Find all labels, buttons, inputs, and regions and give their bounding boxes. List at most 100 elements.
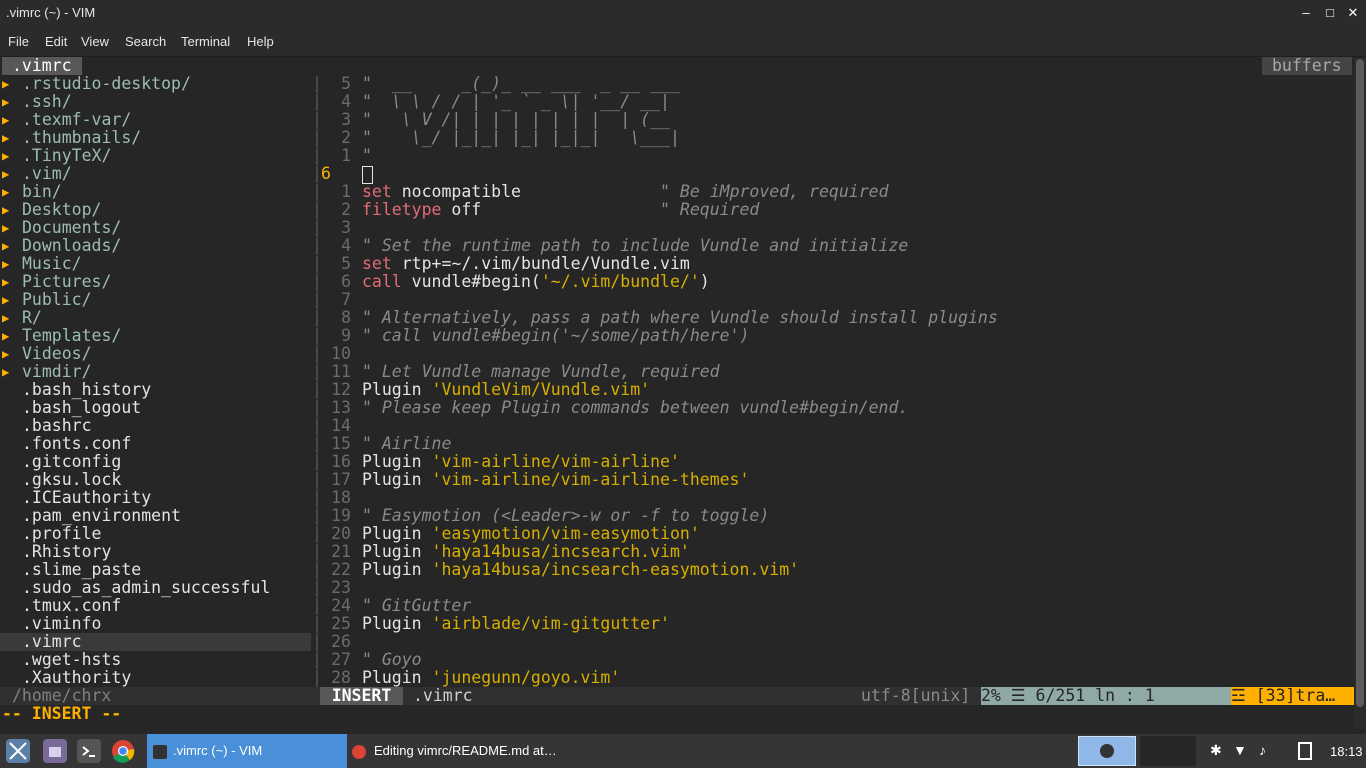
- menu-file[interactable]: File: [8, 34, 29, 49]
- bluetooth-icon[interactable]: ✱: [1210, 742, 1222, 759]
- tree-file-item[interactable]: .gksu.lock: [0, 471, 311, 489]
- code-line[interactable]: Plugin 'haya14busa/incsearch.vim': [362, 543, 690, 561]
- code-line[interactable]: " __ _(_)_ __ ___ _ __ ___: [362, 75, 680, 93]
- tree-dir-item[interactable]: ▶ .TinyTeX/: [0, 147, 311, 165]
- minimize-button[interactable]: –: [1296, 3, 1316, 23]
- wifi-icon[interactable]: ▼: [1233, 742, 1247, 758]
- tree-file-item[interactable]: .bash_history: [0, 381, 311, 399]
- code-line[interactable]: " call vundle#begin('~/some/path/here'): [362, 327, 749, 345]
- code-line[interactable]: Plugin 'vim-airline/vim-airline-themes': [362, 471, 749, 489]
- code-line[interactable]: Plugin 'airblade/vim-gitgutter': [362, 615, 670, 633]
- volume-icon[interactable]: ♪: [1259, 742, 1266, 758]
- chrome-icon[interactable]: [111, 739, 135, 763]
- workspace-1[interactable]: [1078, 736, 1136, 766]
- code-line[interactable]: [362, 165, 373, 184]
- code-line[interactable]: Plugin 'easymotion/vim-easymotion': [362, 525, 700, 543]
- tree-tab[interactable]: .vimrc: [2, 57, 82, 75]
- battery-icon[interactable]: [1298, 742, 1312, 760]
- expand-arrow-icon[interactable]: ▶: [2, 291, 9, 309]
- code-line[interactable]: " \ \ / / | '_ ` _ \| '__/ __|: [362, 93, 670, 111]
- tree-dir-item[interactable]: ▶ R/: [0, 309, 311, 327]
- tree-dir-item[interactable]: ▶ Downloads/: [0, 237, 311, 255]
- tree-dir-item[interactable]: ▶ .thumbnails/: [0, 129, 311, 147]
- tree-dir-item[interactable]: ▶ Videos/: [0, 345, 311, 363]
- expand-arrow-icon[interactable]: ▶: [2, 165, 9, 183]
- expand-arrow-icon[interactable]: ▶: [2, 129, 9, 147]
- tree-file-item[interactable]: .Rhistory: [0, 543, 311, 561]
- tree-file-item[interactable]: .Xauthority: [0, 669, 311, 687]
- expand-arrow-icon[interactable]: ▶: [2, 363, 9, 381]
- expand-arrow-icon[interactable]: ▶: [2, 219, 9, 237]
- expand-arrow-icon[interactable]: ▶: [2, 75, 9, 93]
- tree-file-item[interactable]: .viminfo: [0, 615, 311, 633]
- tree-file-item[interactable]: .bash_logout: [0, 399, 311, 417]
- buffers-tab[interactable]: buffers: [1262, 57, 1352, 75]
- tree-dir-item[interactable]: ▶ Music/: [0, 255, 311, 273]
- menu-view[interactable]: View: [81, 34, 109, 49]
- code-line[interactable]: Plugin 'haya14busa/incsearch-easymotion.…: [362, 561, 799, 579]
- code-line[interactable]: ": [362, 147, 372, 165]
- tree-file-item[interactable]: .slime_paste: [0, 561, 311, 579]
- menu-search[interactable]: Search: [125, 34, 166, 49]
- tree-dir-item[interactable]: ▶ Documents/: [0, 219, 311, 237]
- code-line[interactable]: " GitGutter: [362, 597, 471, 615]
- clock[interactable]: 18:13: [1330, 744, 1363, 759]
- tree-file-item[interactable]: .sudo_as_admin_successful: [0, 579, 311, 597]
- menu-terminal[interactable]: Terminal: [181, 34, 230, 49]
- code-line[interactable]: " Set the runtime path to include Vundle…: [362, 237, 908, 255]
- terminal-launcher-icon[interactable]: [77, 739, 101, 763]
- tree-file-item[interactable]: .gitconfig: [0, 453, 311, 471]
- code-line[interactable]: call vundle#begin('~/.vim/bundle/'): [362, 273, 710, 291]
- expand-arrow-icon[interactable]: ▶: [2, 309, 9, 327]
- expand-arrow-icon[interactable]: ▶: [2, 201, 9, 219]
- file-manager-icon[interactable]: [43, 739, 67, 763]
- tree-file-item[interactable]: .bashrc: [0, 417, 311, 435]
- tree-file-item[interactable]: .pam_environment: [0, 507, 311, 525]
- code-line[interactable]: " Airline: [362, 435, 451, 453]
- code-line[interactable]: Plugin 'VundleVim/Vundle.vim': [362, 381, 650, 399]
- code-line[interactable]: " Please keep Plugin commands between vu…: [362, 399, 908, 417]
- code-line[interactable]: " Alternatively, pass a path where Vundl…: [362, 309, 998, 327]
- close-button[interactable]: ✕: [1343, 3, 1363, 23]
- expand-arrow-icon[interactable]: ▶: [2, 93, 9, 111]
- tree-file-item[interactable]: .tmux.conf: [0, 597, 311, 615]
- expand-arrow-icon[interactable]: ▶: [2, 147, 9, 165]
- tree-file-item[interactable]: .ICEauthority: [0, 489, 311, 507]
- tree-dir-item[interactable]: ▶ .rstudio-desktop/: [0, 75, 311, 93]
- expand-arrow-icon[interactable]: ▶: [2, 327, 9, 345]
- code-line[interactable]: " Let Vundle manage Vundle, required: [362, 363, 720, 381]
- expand-arrow-icon[interactable]: ▶: [2, 237, 9, 255]
- task-vim[interactable]: .vimrc (~) - VIM: [147, 734, 347, 768]
- tree-dir-item[interactable]: ▶ .vim/: [0, 165, 311, 183]
- tree-file-item[interactable]: .profile: [0, 525, 311, 543]
- tree-dir-item[interactable]: ▶ Public/: [0, 291, 311, 309]
- code-line[interactable]: set rtp+=~/.vim/bundle/Vundle.vim: [362, 255, 690, 273]
- tree-dir-item[interactable]: ▶ Pictures/: [0, 273, 311, 291]
- start-menu-icon[interactable]: [6, 739, 30, 763]
- code-line[interactable]: " \_/ |_|_| |_| |_|_| \___|: [362, 129, 680, 147]
- tree-dir-item[interactable]: ▶ .ssh/: [0, 93, 311, 111]
- workspace-2[interactable]: [1140, 736, 1196, 766]
- tree-file-item[interactable]: .vimrc: [0, 633, 311, 651]
- menu-edit[interactable]: Edit: [45, 34, 67, 49]
- tree-file-item[interactable]: .wget-hsts: [0, 651, 311, 669]
- terminal-area[interactable]: .vimrc buffers ▶ .rstudio-desktop/ | ▶ .ssh/…: [0, 57, 1354, 729]
- tree-dir-item[interactable]: ▶ bin/: [0, 183, 311, 201]
- expand-arrow-icon[interactable]: ▶: [2, 255, 9, 273]
- tree-dir-item[interactable]: ▶ Desktop/: [0, 201, 311, 219]
- code-line[interactable]: filetype off " Required: [362, 201, 759, 219]
- code-line[interactable]: set nocompatible " Be iMproved, required: [362, 183, 889, 201]
- expand-arrow-icon[interactable]: ▶: [2, 183, 9, 201]
- task-chrome[interactable]: Editing vimrc/README.md at…: [350, 734, 570, 768]
- expand-arrow-icon[interactable]: ▶: [2, 111, 9, 129]
- tree-file-item[interactable]: .fonts.conf: [0, 435, 311, 453]
- terminal-scrollbar[interactable]: [1354, 57, 1366, 729]
- tree-dir-item[interactable]: ▶ .texmf-var/: [0, 111, 311, 129]
- expand-arrow-icon[interactable]: ▶: [2, 273, 9, 291]
- tree-dir-item[interactable]: ▶ Templates/: [0, 327, 311, 345]
- tree-dir-item[interactable]: ▶ vimdir/: [0, 363, 311, 381]
- code-line[interactable]: " Goyo: [362, 651, 422, 669]
- menu-help[interactable]: Help: [247, 34, 274, 49]
- code-line[interactable]: Plugin 'junegunn/goyo.vim': [362, 669, 620, 687]
- scrollbar-thumb[interactable]: [1356, 59, 1364, 707]
